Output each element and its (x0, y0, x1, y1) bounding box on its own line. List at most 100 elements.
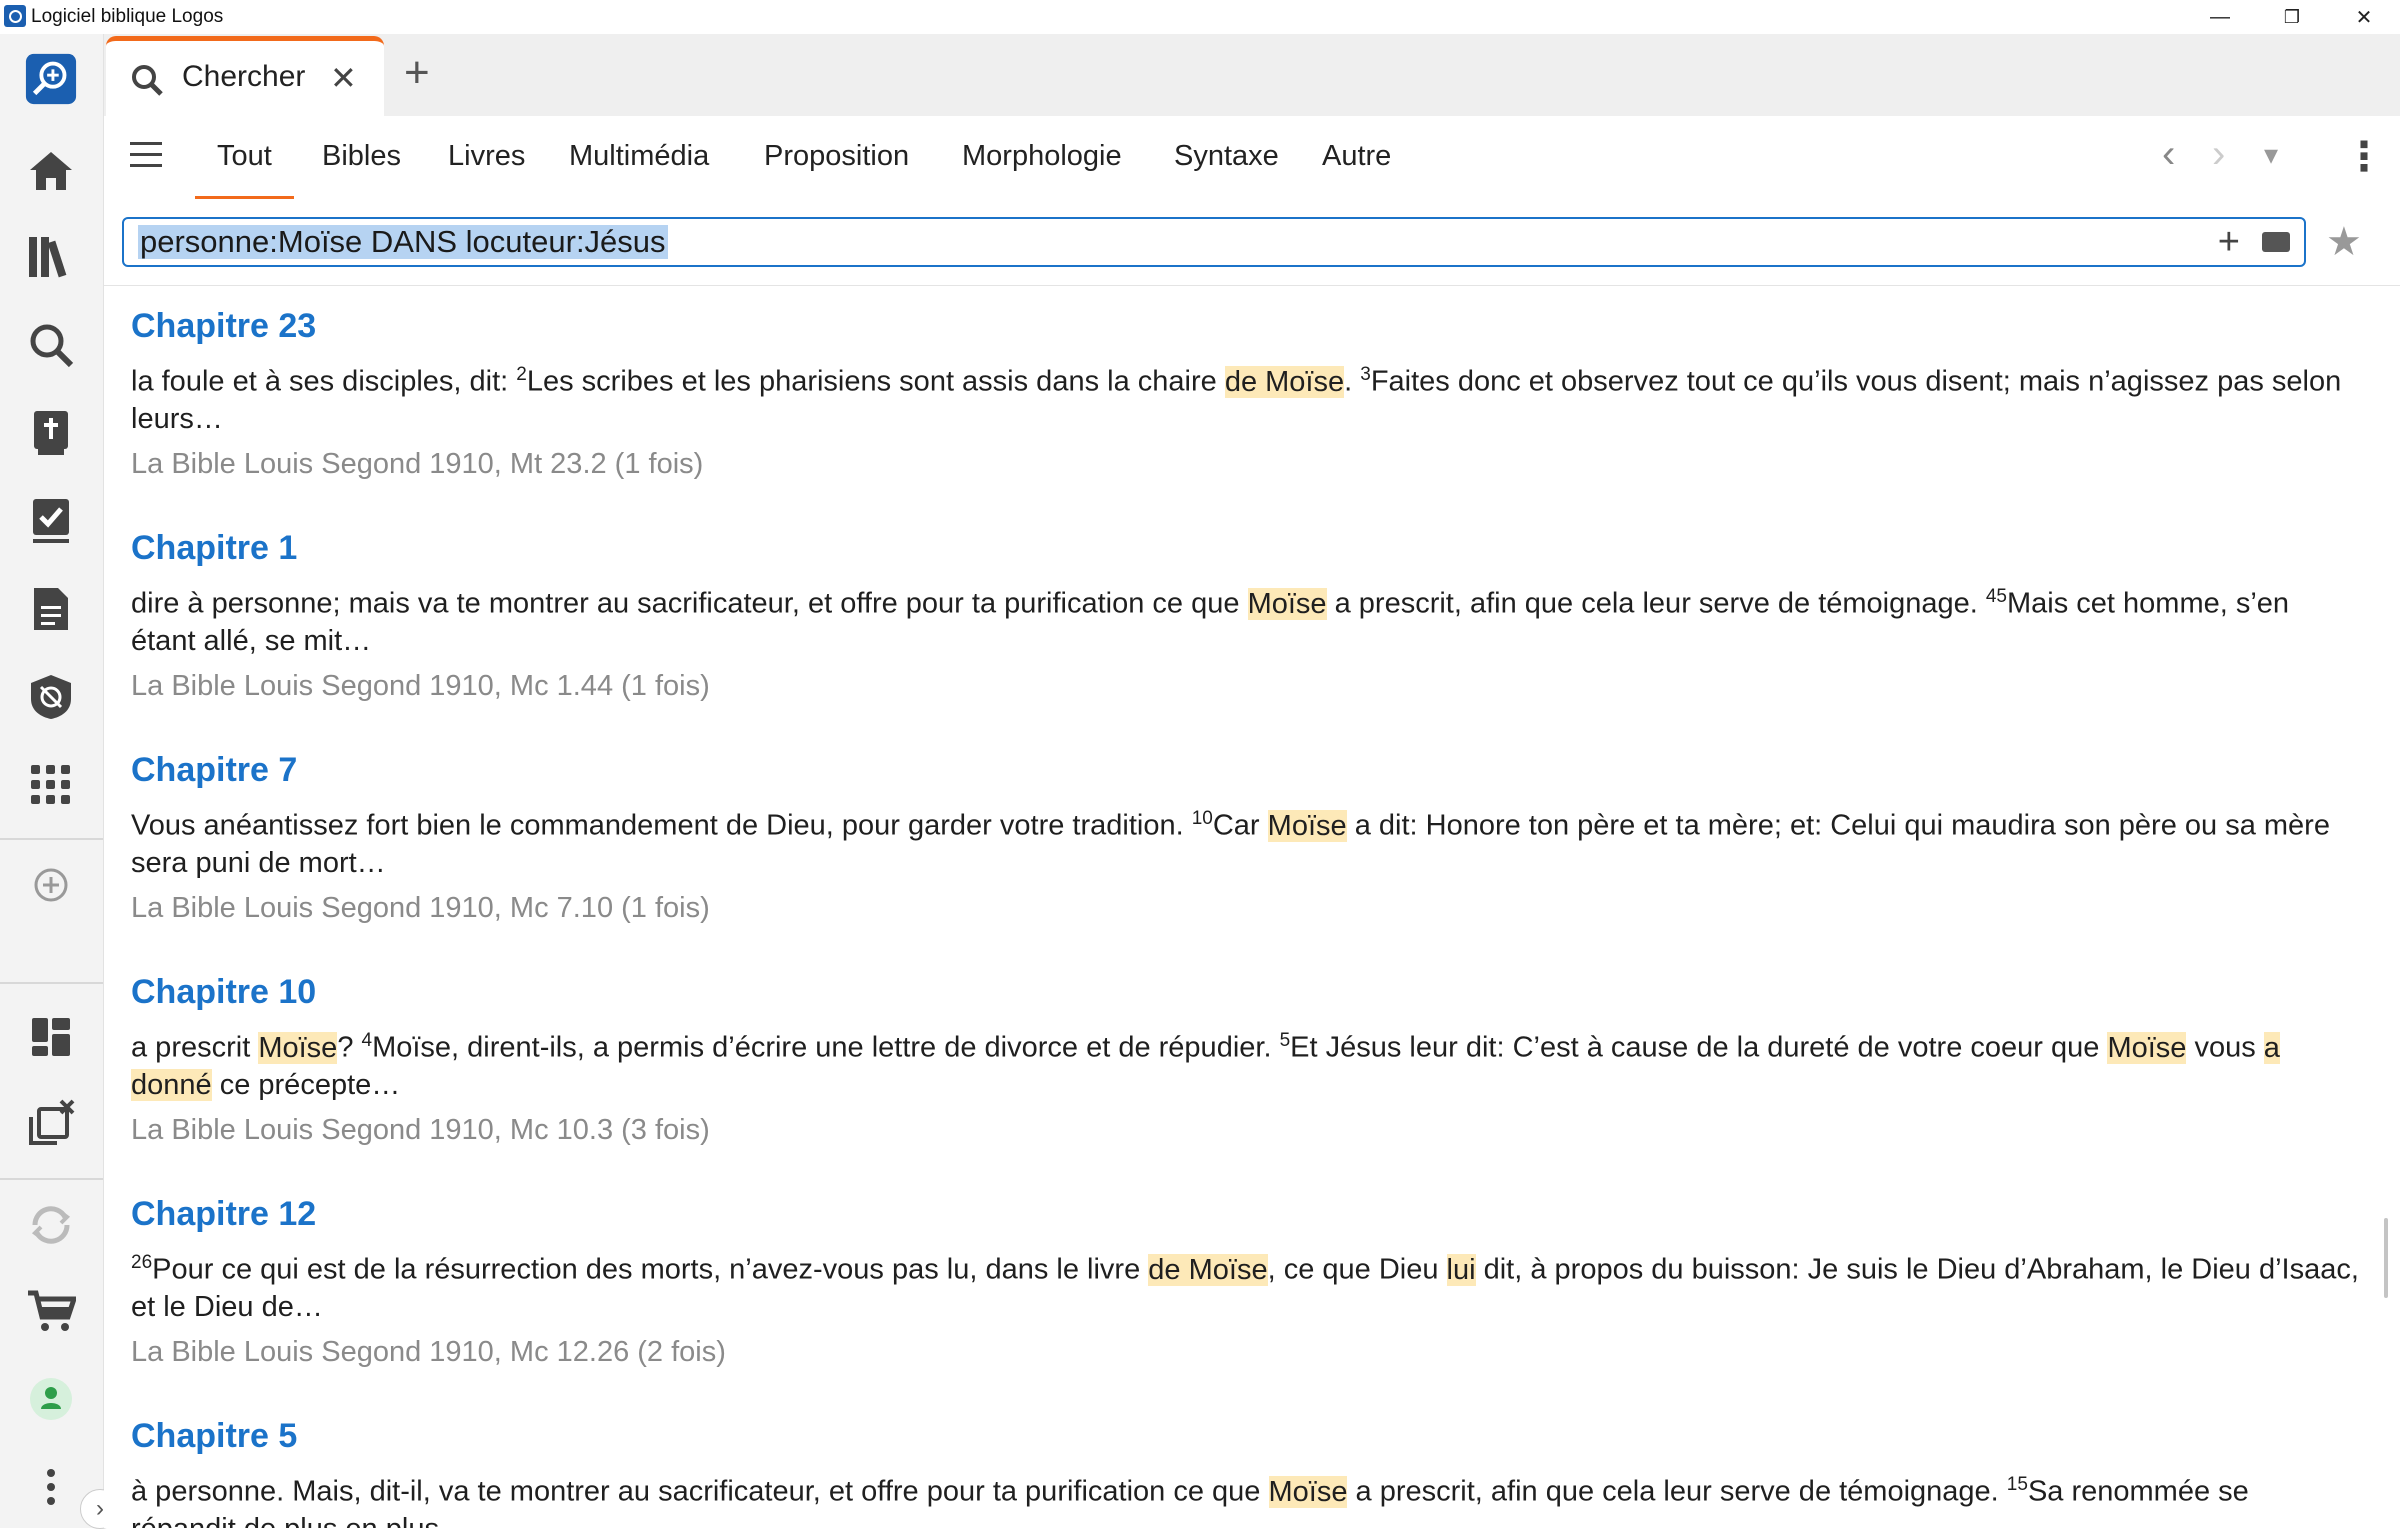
result-item[interactable]: Chapitre 23 la foule et à ses disciples, … (131, 304, 2361, 483)
verse-number: 2 (516, 364, 527, 385)
shield-icon[interactable] (24, 670, 78, 724)
logos-app-icon (4, 5, 26, 27)
verse-number: 5 (1279, 1030, 1291, 1051)
user-icon[interactable] (24, 1372, 78, 1426)
tab-multimedia[interactable]: Multimédia (569, 140, 709, 173)
tab-livres[interactable]: Livres (448, 140, 525, 173)
add-search-term-icon[interactable]: + (2218, 221, 2240, 264)
search-launcher-icon[interactable] (24, 52, 78, 106)
checklist-icon[interactable] (24, 494, 78, 548)
bible-icon[interactable] (24, 406, 78, 460)
layouts-icon[interactable] (24, 1010, 78, 1064)
keyboard-icon[interactable] (2262, 232, 2290, 252)
text-segment: la foule et à ses disciples, dit: (131, 365, 517, 398)
tab-chercher[interactable]: Chercher ✕ (106, 36, 384, 116)
rail-divider (0, 838, 103, 840)
verse-number: 3 (1360, 364, 1371, 385)
result-item[interactable]: Chapitre 5 à personne. Mais, dit-il, va t… (131, 1414, 2361, 1528)
result-item[interactable]: Chapitre 7 Vous anéantissez fort bien le … (131, 748, 2361, 927)
scrollbar-thumb[interactable] (2384, 1218, 2388, 1298)
minimize-button[interactable]: — (2190, 0, 2250, 34)
text-segment: vous (2186, 1031, 2264, 1064)
search-input[interactable]: personne:Moïse DANS locuteur:Jésus + (122, 217, 2306, 267)
apps-grid-icon[interactable] (24, 758, 78, 812)
restore-button[interactable]: ❐ (2262, 0, 2322, 34)
tab-syntaxe[interactable]: Syntaxe (1174, 140, 1279, 173)
add-circle-icon[interactable] (24, 858, 78, 912)
result-text: Vous anéantissez fort bien le commandeme… (131, 800, 2361, 882)
result-text: a prescrit Moïse? 4Moïse, dirent-ils, a … (131, 1022, 2361, 1104)
text-segment: Vous anéantissez fort bien le commandeme… (131, 809, 1192, 842)
tab-strip: Chercher ✕ + (104, 34, 2400, 116)
text-segment: ce précepte… (211, 1068, 401, 1101)
highlighted-match: de Moïse (1224, 365, 1345, 398)
tab-tout[interactable]: Tout (195, 140, 294, 201)
history-dropdown-icon[interactable]: ▾ (2264, 138, 2278, 171)
tab-morphologie[interactable]: Morphologie (962, 140, 1122, 173)
text-segment: à personne. Mais, dit-il, va te montrer … (131, 1475, 1269, 1508)
document-icon[interactable] (24, 582, 78, 636)
new-tab-button[interactable]: + (404, 48, 430, 98)
forward-arrow-icon[interactable]: › (2212, 132, 2225, 177)
text-segment: a prescrit (131, 1031, 259, 1064)
text-segment: . (1344, 365, 1361, 398)
verse-number: 10 (1191, 808, 1213, 829)
tab-autre[interactable]: Autre (1322, 140, 1391, 173)
result-heading[interactable]: Chapitre 5 (131, 1414, 2361, 1458)
result-text: la foule et à ses disciples, dit: 2Les s… (131, 356, 2361, 438)
close-panels-icon[interactable] (24, 1096, 78, 1150)
text-segment: a prescrit, afin que cela leur serve de … (1347, 1475, 2007, 1508)
verse-number: 26 (131, 1252, 153, 1273)
highlighted-match: Moïse (2107, 1031, 2187, 1064)
back-arrow-icon[interactable]: ‹ (2162, 132, 2175, 177)
result-heading[interactable]: Chapitre 10 (131, 970, 2361, 1014)
sync-icon[interactable] (24, 1198, 78, 1252)
search-icon (130, 63, 164, 102)
more-options-icon[interactable]: ⋮ (2344, 134, 2384, 180)
cart-icon[interactable] (24, 1284, 78, 1338)
close-window-button[interactable]: ✕ (2334, 0, 2394, 34)
result-text: dire à personne; mais va te montrer au s… (131, 578, 2361, 660)
result-source[interactable]: La Bible Louis Segond 1910, Mc 12.26 (2 … (131, 1334, 2361, 1371)
result-item[interactable]: Chapitre 12 26Pour ce qui est de la résur… (131, 1192, 2361, 1371)
text-segment: a prescrit, afin que cela leur serve de … (1326, 587, 1986, 620)
tab-proposition[interactable]: Proposition (764, 140, 909, 173)
verse-number: 4 (361, 1030, 373, 1051)
home-icon[interactable] (24, 144, 78, 198)
tab-label: Chercher (182, 60, 306, 93)
tab-bibles[interactable]: Bibles (322, 140, 401, 173)
result-heading[interactable]: Chapitre 7 (131, 748, 2361, 792)
text-segment: , ce que Dieu (1267, 1253, 1447, 1286)
result-source[interactable]: La Bible Louis Segond 1910, Mc 7.10 (1 f… (131, 890, 2361, 927)
search-query[interactable]: personne:Moïse DANS locuteur:Jésus (138, 225, 668, 259)
highlighted-match: de Moïse (1148, 1253, 1268, 1286)
result-source[interactable]: La Bible Louis Segond 1910, Mc 1.44 (1 f… (131, 668, 2361, 705)
library-icon[interactable] (24, 230, 78, 284)
window-title: Logiciel biblique Logos (31, 6, 224, 27)
result-source[interactable]: La Bible Louis Segond 1910, Mt 23.2 (1 f… (131, 446, 2361, 483)
menu-icon[interactable] (130, 142, 162, 175)
close-tab-icon[interactable]: ✕ (330, 59, 357, 97)
rail-divider (0, 1178, 103, 1180)
result-heading[interactable]: Chapitre 23 (131, 304, 2361, 348)
result-source[interactable]: La Bible Louis Segond 1910, Mc 10.3 (3 f… (131, 1112, 2361, 1149)
results-list: Chapitre 23 la foule et à ses disciples, … (104, 286, 2400, 1528)
text-segment: Les scribes et les pharisiens sont assis… (526, 365, 1225, 398)
search-icon[interactable] (24, 318, 78, 372)
result-heading[interactable]: Chapitre 12 (131, 1192, 2361, 1236)
star-icon[interactable]: ★ (2326, 219, 2362, 265)
highlighted-match: lui (1446, 1253, 1476, 1286)
search-row: personne:Moïse DANS locuteur:Jésus + ★ (104, 199, 2400, 286)
result-text: 26Pour ce qui est de la résurrection des… (131, 1244, 2361, 1326)
text-segment: Car (1212, 809, 1268, 842)
result-heading[interactable]: Chapitre 1 (131, 526, 2361, 570)
text-segment: ? (337, 1031, 362, 1064)
more-vertical-icon[interactable] (24, 1460, 78, 1514)
verse-number: 45 (1985, 586, 2007, 607)
highlighted-match: Moïse (258, 1031, 338, 1064)
left-rail: › (0, 34, 120, 1529)
highlighted-match: Moïse (1267, 809, 1347, 842)
highlighted-match: Moïse (1247, 587, 1327, 620)
result-item[interactable]: Chapitre 10 a prescrit Moïse? 4Moïse, dir… (131, 970, 2361, 1149)
result-item[interactable]: Chapitre 1 dire à personne; mais va te mo… (131, 526, 2361, 705)
